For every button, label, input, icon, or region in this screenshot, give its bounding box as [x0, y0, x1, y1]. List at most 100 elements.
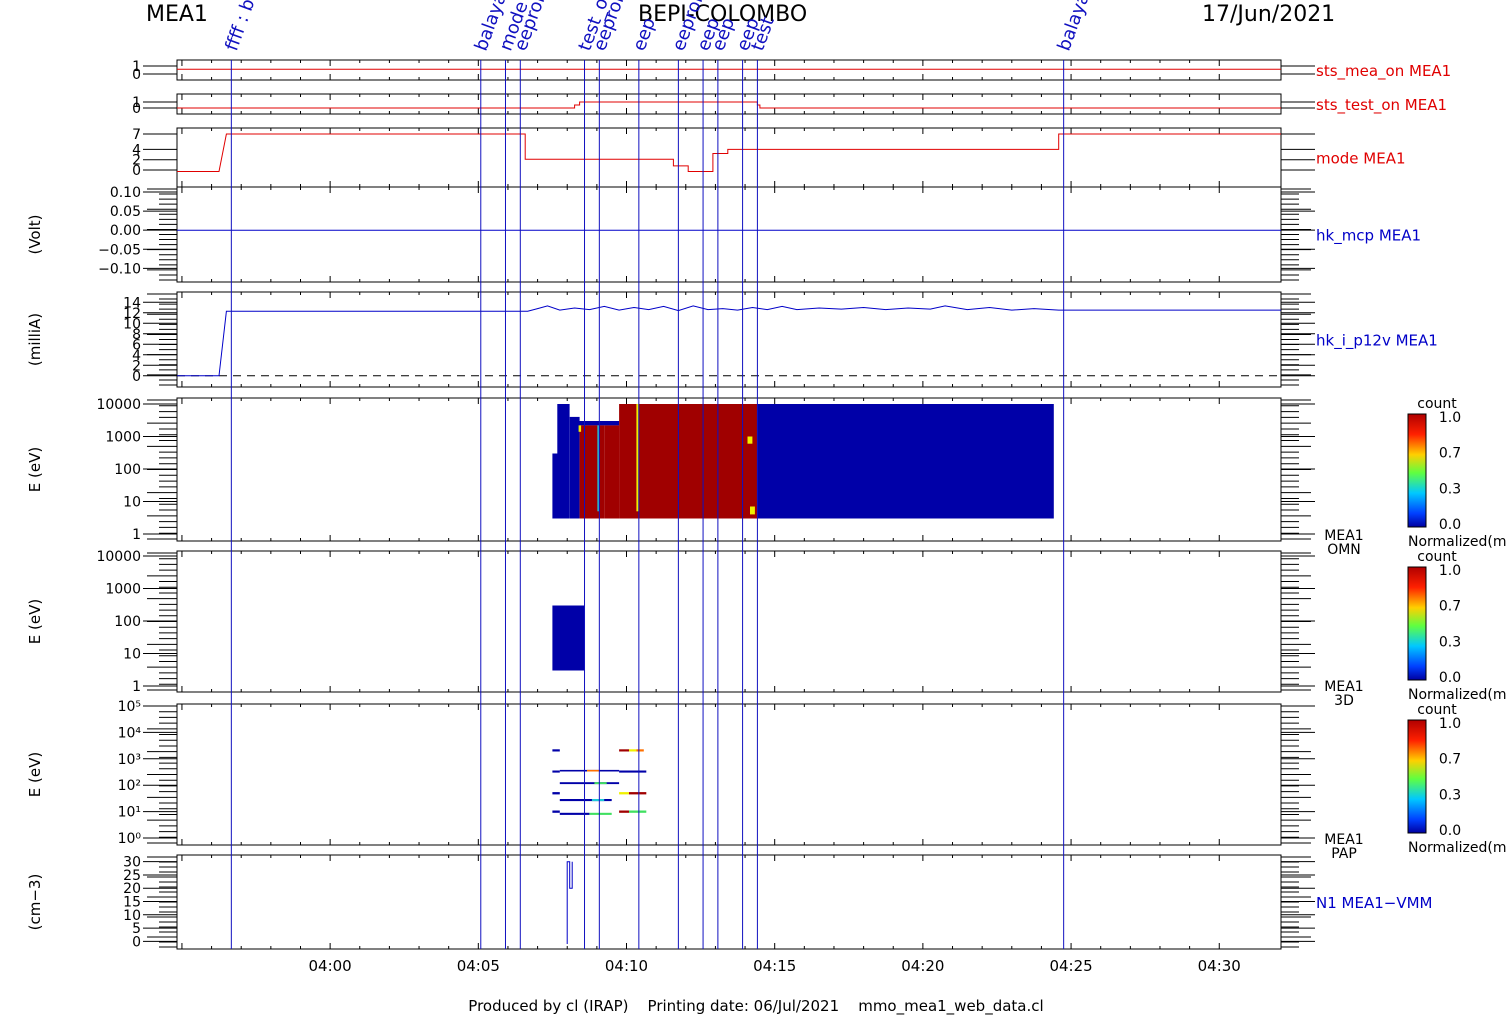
chart-svg: 10 sts_mea_on MEA110 sts_test_on MEA17420m… [26, 0, 1507, 975]
spectrogram-cell [557, 404, 570, 519]
time-tick-label: 04:15 [753, 957, 796, 975]
colorbar [1407, 566, 1427, 681]
y-tick-label: 0 [132, 369, 141, 385]
panel-frame [176, 703, 1282, 846]
spectrogram-cell [636, 749, 644, 752]
colorbar-tick-label: 0.7 [1439, 599, 1461, 615]
y-tick-label: −0.05 [98, 242, 141, 258]
series-name: hk_i_p12v MEA1 [1316, 332, 1438, 351]
y-tick-label: 1 [132, 679, 141, 695]
series-line [566, 861, 573, 944]
spectrogram-cell [552, 605, 585, 671]
y-tick-label: 10¹ [118, 805, 141, 821]
spectrogram-cell [757, 404, 1054, 519]
spectrogram-cell [552, 770, 560, 773]
side-ticks-8 [147, 856, 1311, 948]
colorbar-label: Normalized(m [1408, 840, 1507, 856]
spectrogram-cell [604, 425, 620, 519]
series-line [177, 101, 1281, 109]
y-tick-label: −0.10 [98, 261, 141, 277]
spectrogram-cell [574, 421, 620, 426]
colorbar-tick-label: 0.0 [1439, 823, 1461, 839]
colorbar [1407, 413, 1427, 528]
spectrogram-cell [629, 749, 637, 752]
side-ticks-7 [147, 705, 1311, 844]
colorbar [1407, 719, 1427, 834]
y-tick-label: 0 [132, 934, 141, 950]
colorbar-tick-label: 0.0 [1439, 670, 1461, 686]
panel-frame [176, 186, 1282, 283]
spectrogram-cell [619, 404, 758, 519]
colorbar-tick-label: 0.3 [1439, 634, 1461, 650]
y-tick-label: 10 [123, 647, 141, 663]
y-axis-label: (cm−3) [26, 874, 44, 931]
y-tick-label: 10⁵ [118, 699, 141, 715]
spectrogram-cell [589, 812, 612, 815]
spectrogram-cell [619, 770, 647, 773]
panel-name-bottom: 3D [1334, 693, 1354, 709]
spectrogram-cell [750, 506, 755, 515]
panel-name-bottom: OMN [1327, 542, 1361, 558]
spectrogram-cell [579, 425, 605, 519]
time-tick-label: 04:30 [1198, 957, 1241, 975]
side-ticks-6 [147, 552, 1311, 691]
panel-frame [176, 550, 1282, 693]
panel-3 [143, 186, 1315, 283]
panel-5 [143, 397, 1315, 542]
colorbar-tick-label: 0.3 [1439, 787, 1461, 803]
y-tick-label: 0.00 [110, 223, 141, 239]
panel-0 [143, 59, 1315, 81]
spectrogram-cell [587, 769, 600, 772]
colorbar-label: Normalized(m [1408, 687, 1507, 703]
time-tick-label: 04:10 [605, 957, 648, 975]
colorbar-tick-label: 0.0 [1439, 517, 1461, 533]
spectrogram-cell [629, 792, 647, 795]
y-tick-label: 0 [132, 163, 141, 179]
y-tick-label: 0 [132, 101, 141, 117]
event-marker-label: eep [629, 15, 660, 54]
spectrogram-cell [578, 425, 582, 432]
panel-2 [143, 127, 1315, 188]
event-marker-label: balayag [1054, 0, 1098, 54]
series-line [177, 133, 1281, 172]
spectrogram-cell [619, 792, 629, 795]
y-axis-label: E (eV) [26, 447, 44, 492]
series-name: sts_mea_on MEA1 [1316, 62, 1451, 81]
time-tick-label: 04:25 [1049, 957, 1092, 975]
time-tick-label: 04:00 [309, 957, 352, 975]
y-tick-label: 100 [114, 462, 141, 478]
panel-frame [176, 291, 1282, 388]
panel-name-bottom: PAP [1331, 846, 1357, 862]
spectrogram-cell [569, 416, 580, 519]
y-axis-label: E (eV) [26, 752, 44, 797]
panel-4 [143, 291, 1315, 388]
panel-frame [176, 93, 1282, 115]
y-tick-label: 100 [114, 614, 141, 630]
spectrogram-cell [619, 810, 629, 813]
time-tick-label: 04:20 [901, 957, 944, 975]
panel-6 [143, 550, 1315, 693]
panel-1 [143, 93, 1315, 115]
spectrogram-cell [636, 404, 639, 512]
panel-frame [176, 59, 1282, 81]
panel-7 [143, 703, 1315, 846]
series-name: N1 MEA1−VMM [1316, 894, 1432, 912]
colorbar-label: Normalized(m [1408, 534, 1507, 550]
spectrogram-cell [552, 810, 560, 813]
y-tick-label: 10000 [96, 397, 141, 413]
y-tick-label: 1000 [105, 430, 141, 446]
plot-stage: MEA1 BEPI-COLOMBO 17/Jun/2021 1 0 sts_mea_… [0, 0, 1512, 1020]
series-name: mode MEA1 [1316, 150, 1406, 168]
spectrogram-cell [747, 436, 753, 444]
y-tick-label: 0.10 [110, 185, 141, 201]
y-axis-label: (Volt) [26, 214, 44, 254]
y-tick-label: 10⁴ [118, 725, 142, 741]
y-tick-label: 10 [123, 495, 141, 511]
spectrogram-cell [591, 799, 605, 802]
spectrogram-cell [552, 749, 560, 752]
colorbar-tick-label: 0.3 [1439, 481, 1461, 497]
y-tick-label: 7 [132, 127, 141, 143]
spectrogram-cell [629, 810, 647, 813]
y-axis-label: (milliA) [26, 313, 44, 366]
colorbar-tick-label: 1.0 [1439, 563, 1461, 579]
